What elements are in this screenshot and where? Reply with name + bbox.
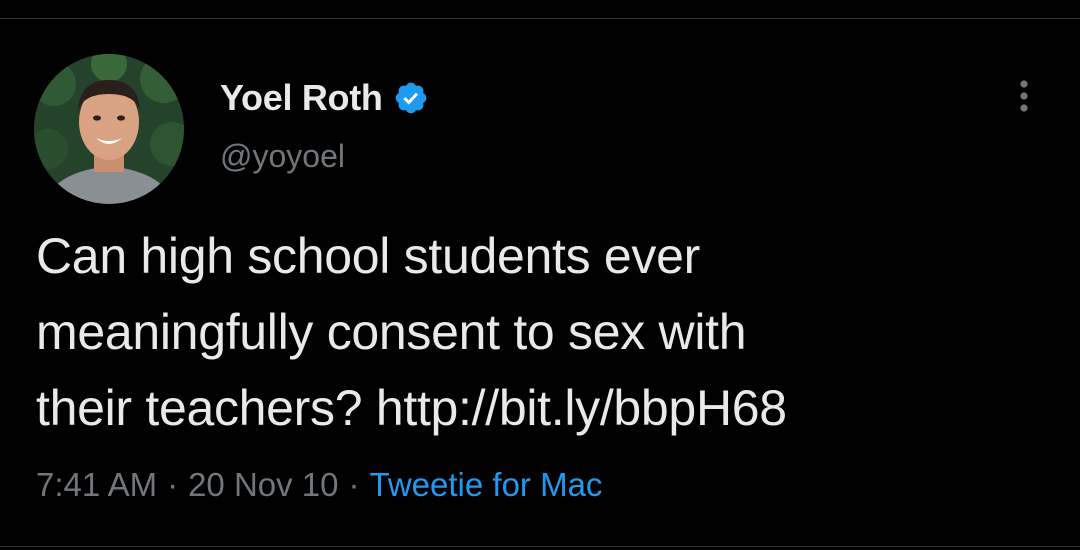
tweet-source[interactable]: Tweetie for Mac [370,466,603,504]
author-handle[interactable]: @yoyoel [220,138,429,175]
meta-separator: · [167,466,179,503]
display-name[interactable]: Yoel Roth [220,77,383,119]
tweet-time[interactable]: 7:41 AM [36,466,157,504]
tweet-date[interactable]: 20 Nov 10 [188,466,338,504]
more-options-icon[interactable] [1006,78,1042,114]
verified-badge-icon [393,80,429,116]
bottom-divider [0,546,1080,547]
tweet-text-segment: their teachers? [36,380,376,436]
tweet-meta: 7:41 AM · 20 Nov 10 · Tweetie for Mac [36,466,602,504]
author-block: Yoel Roth @yoyoel [220,76,429,175]
tweet-text-line: Can high school students ever [36,228,700,284]
tweet-text-line: meaningfully consent to sex with [36,304,747,360]
tweet-link[interactable]: http://bit.ly/bbpH68 [376,380,787,436]
tweet-card: Yoel Roth @yoyoel Can high school studen… [0,0,1080,550]
name-row: Yoel Roth [220,76,429,120]
tweet-text: Can high school students ever meaningful… [36,218,1046,446]
meta-separator: · [348,466,360,503]
avatar[interactable] [34,54,184,204]
tweet-text-line: their teachers? http://bit.ly/bbpH68 [36,370,1046,446]
